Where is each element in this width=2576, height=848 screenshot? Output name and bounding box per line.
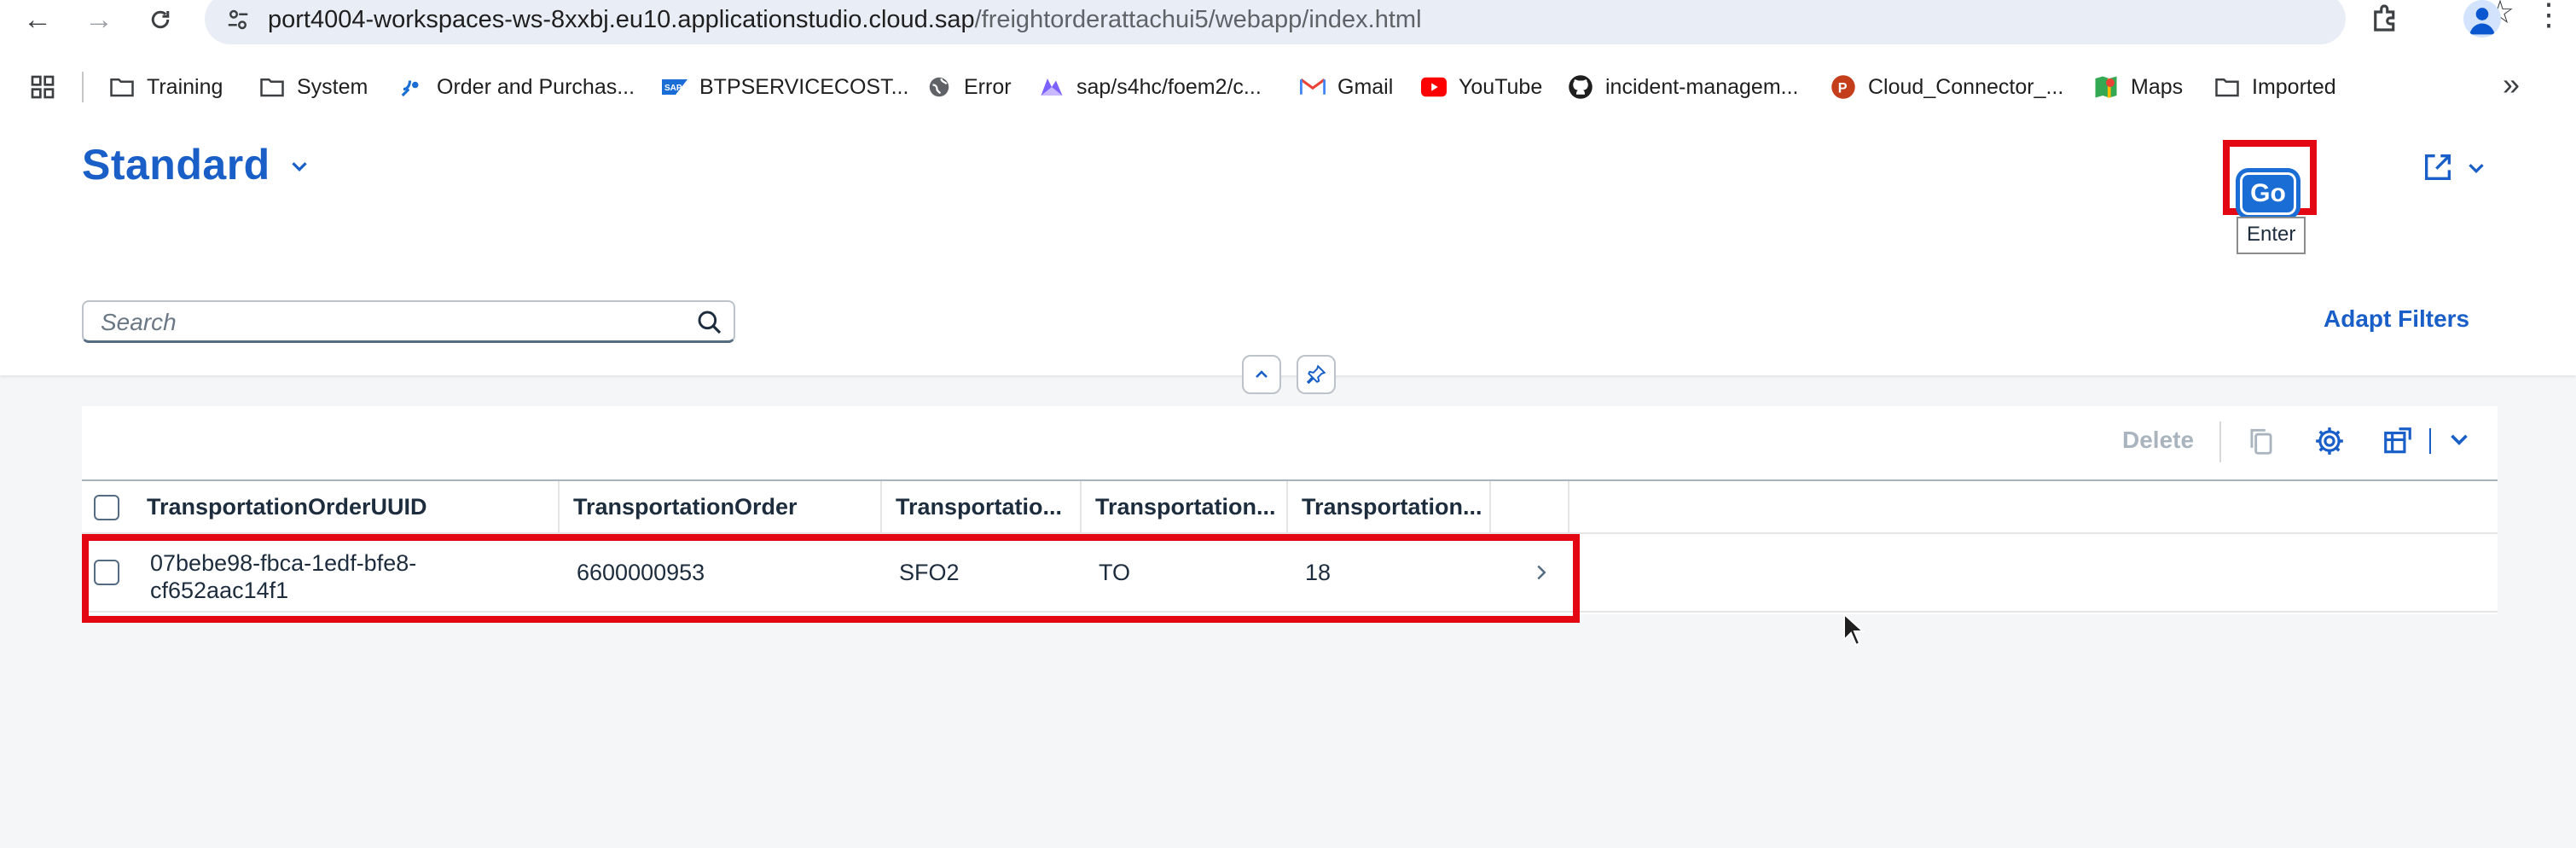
bookmark-sap-s4hc[interactable]: sap/s4hc/foem2/c... (1039, 68, 1262, 106)
chevron-up-icon (1256, 370, 1268, 378)
bookmark-label: incident-managem... (1605, 74, 1799, 99)
satellite-icon (399, 74, 425, 100)
youtube-icon (1421, 74, 1447, 100)
bookmark-label: YouTube (1459, 74, 1543, 99)
bookmark-label: sap/s4hc/foem2/c... (1076, 74, 1262, 99)
bookmark-label: Cloud_Connector_... (1868, 74, 2064, 99)
forward-icon[interactable]: → (73, 0, 125, 39)
bookmark-label: Order and Purchas... (437, 74, 635, 99)
column-header-4[interactable]: Transportation... (1082, 481, 1288, 534)
url-text: port4004-workspaces-ws-8xxbj.eu10.applic… (268, 2, 1422, 38)
bookmark-order-purchase[interactable]: Order and Purchas... (399, 68, 635, 106)
export-icon[interactable] (2382, 425, 2414, 457)
bookmark-label: Error (964, 74, 1012, 99)
bookmark-label: Training (147, 74, 223, 99)
chevron-down-icon[interactable] (2445, 425, 2477, 457)
delete-button[interactable]: Delete (2122, 427, 2194, 454)
svg-text:P: P (1838, 80, 1848, 96)
bookmark-system[interactable]: System (259, 68, 368, 106)
bookmark-training[interactable]: Training (109, 68, 223, 106)
gear-icon[interactable] (2313, 425, 2346, 457)
gitlab-icon (1039, 74, 1065, 100)
go-button[interactable]: Go (2240, 172, 2296, 215)
bookmark-incident-management[interactable]: incident-managem... (1568, 68, 1799, 106)
mouse-cursor-icon (1842, 612, 1865, 647)
share-icon (2425, 154, 2451, 180)
apps-grid-icon[interactable] (29, 73, 56, 101)
filter-bar-header: Standard (0, 131, 2576, 394)
column-header-nav (1491, 481, 1569, 534)
browser-chrome: ← → port4004-workspaces-ws-8xxbj.eu10.ap… (0, 0, 2576, 131)
adapt-filters-button[interactable]: Adapt Filters (2324, 305, 2469, 333)
sap-logo-icon: SAP (662, 74, 688, 100)
bookmark-label: Maps (2131, 74, 2184, 99)
site-info-icon[interactable] (220, 2, 256, 38)
svg-text:SAP: SAP (664, 84, 682, 93)
row-highlight-box (82, 534, 1580, 623)
bookmarks-separator (82, 72, 84, 102)
url-host: port4004-workspaces-ws-8xxbj.eu10.applic… (268, 6, 975, 33)
back-icon[interactable]: ← (12, 0, 63, 39)
extensions-icon[interactable] (2368, 0, 2404, 36)
folder-icon (259, 74, 285, 100)
table-header-row: TransportationOrderUUID TransportationOr… (82, 479, 2498, 534)
maps-icon (2093, 74, 2119, 100)
bookmark-youtube[interactable]: YouTube (1421, 68, 1542, 106)
bookmark-label: BTPSERVICECOST... (699, 74, 909, 99)
powerpoint-icon: P (1830, 74, 1856, 100)
gmail-icon (1300, 74, 1326, 100)
pin-icon (1306, 364, 1326, 385)
chevron-down-icon[interactable] (287, 154, 312, 179)
share-button[interactable] (2421, 150, 2489, 184)
folder-icon (2214, 74, 2240, 100)
bookmark-label: Gmail (1337, 74, 1394, 99)
more-bookmarks-icon[interactable]: » (2503, 67, 2520, 102)
bookmark-maps[interactable]: Maps (2093, 68, 2183, 106)
pin-header-button[interactable] (1297, 355, 1336, 394)
toolbar-separator (2219, 421, 2221, 462)
search-icon[interactable] (696, 309, 723, 336)
reload-icon[interactable] (135, 0, 186, 39)
chevron-down-icon (2469, 164, 2484, 174)
export-split-separator (2429, 428, 2431, 454)
column-header-5[interactable]: Transportation... (1288, 481, 1491, 534)
address-bar[interactable]: port4004-workspaces-ws-8xxbj.eu10.applic… (205, 0, 2515, 44)
url-path: /freightorderattachui5/webapp/index.html (974, 6, 1422, 33)
copy-icon[interactable] (2245, 425, 2277, 457)
bookmarks-bar: Training System Order and Purchas... SAP… (0, 63, 2576, 111)
bookmark-gmail[interactable]: Gmail (1300, 68, 1393, 106)
search-input[interactable] (99, 307, 682, 338)
bookmark-cloud-connector[interactable]: P Cloud_Connector_... (1830, 68, 2063, 106)
collapse-header-button[interactable] (1242, 355, 1281, 394)
column-header-order[interactable]: TransportationOrder (560, 481, 882, 534)
select-all-checkbox[interactable] (94, 495, 119, 520)
go-tooltip: Enter (2237, 217, 2306, 254)
column-header-3[interactable]: Transportatio... (882, 481, 1082, 534)
globe-icon (926, 74, 952, 100)
column-header-uuid[interactable]: TransportationOrderUUID (130, 481, 560, 534)
variant-title[interactable]: Standard (82, 140, 270, 189)
browser-menu-icon[interactable]: ⋮ (2533, 0, 2564, 32)
search-field[interactable] (82, 300, 735, 343)
bookmark-error[interactable]: Error (926, 68, 1012, 106)
profile-avatar-icon[interactable] (2463, 0, 2501, 38)
bookmark-label: System (297, 74, 368, 99)
bookmark-label: Imported (2252, 74, 2336, 99)
github-icon (1568, 74, 1593, 100)
bookmark-btpservicecost[interactable]: SAP BTPSERVICECOST... (662, 68, 908, 106)
bookmark-imported[interactable]: Imported (2214, 68, 2336, 106)
folder-icon (109, 74, 135, 100)
